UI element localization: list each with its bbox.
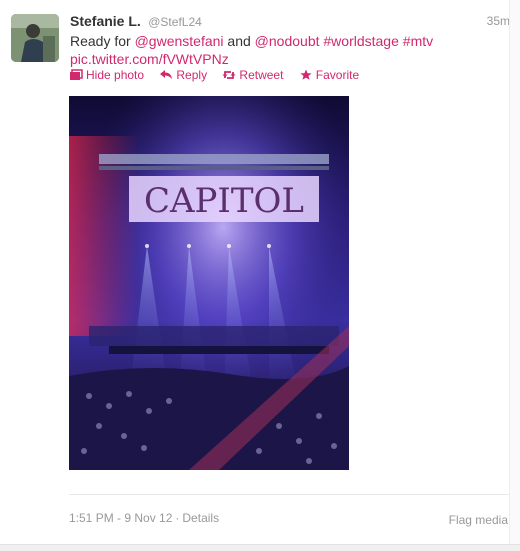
tweet-footer: 1:51 PM - 9 Nov 12 · Details Flag media: [69, 511, 510, 527]
hashtag-mtv[interactable]: #mtv: [403, 33, 433, 49]
tweet: Stefanie L. @StefL24 35m Ready for @gwen…: [0, 0, 510, 551]
tweet-actions: Hide photo Reply Retweet Favorite: [69, 68, 371, 84]
tweet-text-prefix: Ready for: [70, 33, 135, 49]
reply-label: Reply: [176, 68, 208, 82]
tweet-header: Stefanie L. @StefL24 35m: [70, 13, 510, 33]
bottom-edge: [0, 544, 520, 551]
pic-link[interactable]: pic.twitter.com/fVWtVPNz: [70, 51, 229, 67]
mention-gwenstefani[interactable]: @gwenstefani: [135, 33, 224, 49]
tweet-photo[interactable]: CAPITOL: [69, 96, 349, 470]
author-fullname[interactable]: Stefanie L.: [70, 13, 141, 29]
hide-photo-label: Hide photo: [86, 68, 145, 82]
tweet-time[interactable]: 35m: [487, 14, 510, 28]
footer-separator: ·: [175, 511, 180, 525]
avatar-image: [11, 14, 59, 62]
hashtag-worldstage[interactable]: #worldstage: [323, 33, 399, 49]
tweet-text: Ready for @gwenstefani and @nodoubt #wor…: [70, 32, 500, 68]
star-icon: [300, 69, 312, 80]
retweet-button[interactable]: Retweet: [222, 68, 283, 82]
concert-photo: CAPITOL: [69, 96, 349, 470]
tweet-timestamp[interactable]: 1:51 PM - 9 Nov 12: [69, 511, 172, 525]
mention-nodoubt[interactable]: @nodoubt: [255, 33, 320, 49]
scrollbar[interactable]: [509, 0, 520, 551]
hide-photo-button[interactable]: Hide photo: [69, 68, 144, 82]
capitol-sign: CAPITOL: [144, 181, 304, 221]
retweet-icon: [222, 71, 236, 79]
photo-icon: [70, 69, 83, 80]
favorite-label: Favorite: [315, 68, 360, 82]
details-link[interactable]: Details: [182, 511, 219, 525]
avatar[interactable]: [11, 14, 59, 62]
retweet-label: Retweet: [239, 68, 284, 82]
flag-media-link[interactable]: Flag media: [449, 513, 508, 527]
tweet-text-and: and: [223, 33, 255, 49]
footer-divider: [69, 494, 510, 495]
reply-button[interactable]: Reply: [159, 68, 207, 82]
author-username[interactable]: @StefL24: [148, 15, 202, 29]
reply-icon: [160, 70, 173, 79]
favorite-button[interactable]: Favorite: [299, 68, 359, 82]
